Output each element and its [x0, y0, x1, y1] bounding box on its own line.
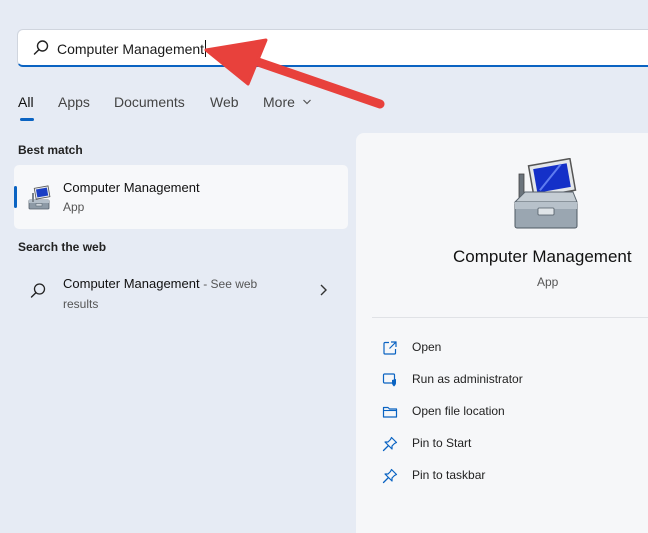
action-open[interactable]: Open — [382, 338, 622, 358]
pin-icon — [382, 436, 398, 452]
best-match-type: App — [63, 200, 85, 214]
shield-admin-icon — [382, 373, 396, 387]
detail-panel: Computer Management App Open Run as admi… — [356, 133, 648, 533]
action-label: Pin to taskbar — [412, 468, 486, 482]
web-search-text: Computer Management - See web results — [63, 274, 293, 314]
best-match-title: Computer Management — [63, 180, 200, 195]
action-open-file-location[interactable]: Open file location — [382, 402, 622, 422]
detail-title: Computer Management — [453, 247, 632, 266]
open-external-icon — [383, 341, 397, 355]
folder-icon — [382, 406, 398, 418]
action-pin-to-taskbar[interactable]: Pin to taskbar — [382, 466, 622, 486]
divider — [372, 317, 648, 318]
action-label: Open — [412, 340, 442, 354]
active-tab-indicator — [20, 118, 34, 121]
web-search-query: Computer Management — [63, 276, 200, 291]
action-label: Open file location — [412, 404, 505, 418]
tab-more[interactable]: More — [263, 94, 312, 110]
search-icon — [33, 40, 49, 55]
chevron-down-icon — [302, 99, 311, 105]
selection-indicator — [14, 186, 17, 208]
search-icon — [30, 283, 46, 298]
pin-icon — [382, 468, 398, 484]
tab-apps[interactable]: Apps — [58, 94, 90, 110]
computer-management-icon — [513, 158, 578, 229]
tab-all[interactable]: All — [18, 94, 34, 110]
detail-type: App — [537, 275, 559, 289]
action-run-as-admin[interactable]: Run as administrator — [382, 370, 622, 390]
search-input[interactable]: Computer Management — [57, 40, 207, 57]
computer-management-icon — [28, 185, 51, 210]
search-web-heading: Search the web — [18, 240, 107, 254]
web-search-result[interactable]: Computer Management - See web results — [14, 266, 348, 316]
action-pin-to-start[interactable]: Pin to Start — [382, 434, 622, 454]
tab-documents[interactable]: Documents — [114, 94, 185, 110]
action-label: Pin to Start — [412, 436, 472, 450]
tab-web[interactable]: Web — [210, 94, 239, 110]
best-match-result[interactable]: Computer Management App — [14, 165, 348, 229]
chevron-right-icon — [320, 284, 327, 296]
action-label: Run as administrator — [412, 372, 523, 386]
best-match-heading: Best match — [18, 143, 83, 157]
